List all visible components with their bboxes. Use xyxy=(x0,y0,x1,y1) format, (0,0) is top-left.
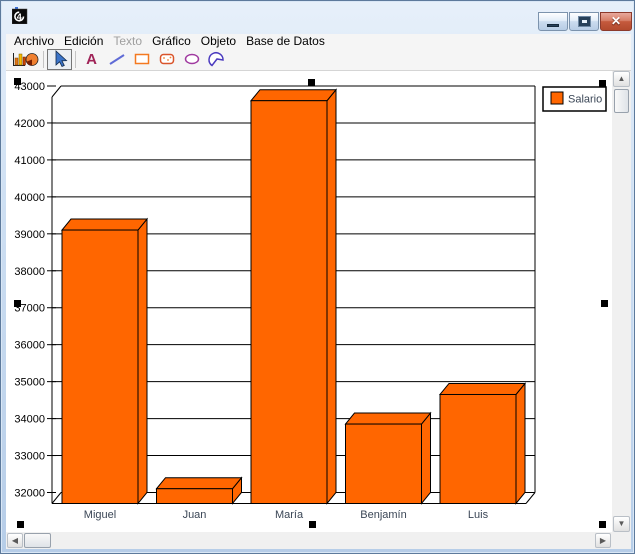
bar-side-face xyxy=(138,219,147,503)
maximize-icon xyxy=(579,17,590,26)
bar-side-face xyxy=(516,383,525,503)
y-tick-label: 38000 xyxy=(14,266,45,278)
bar-top-face xyxy=(346,413,431,424)
oval-tool-icon xyxy=(183,50,201,68)
toolbar: A xyxy=(6,48,631,71)
selection-handle-top-left[interactable] xyxy=(14,78,21,85)
right-arrow-icon: ▶ xyxy=(600,537,606,545)
menu-archivo[interactable]: Archivo xyxy=(9,34,59,48)
bar-front-face xyxy=(157,489,233,504)
line-tool-icon xyxy=(108,50,126,68)
toolbar-separator xyxy=(43,51,44,68)
window-controls: ✕ xyxy=(537,12,632,31)
bar-front-face xyxy=(346,424,422,503)
y-tick-label: 39000 xyxy=(14,229,45,241)
bar-Juan[interactable] xyxy=(157,478,242,504)
selection-handle-top-center[interactable] xyxy=(308,79,315,86)
selection-handle-bottom-right[interactable] xyxy=(599,521,606,528)
rectangle-tool-button[interactable] xyxy=(129,49,154,70)
legend-swatch xyxy=(551,92,563,104)
pointer-tool-button[interactable] xyxy=(47,49,72,70)
up-arrow-icon: ▲ xyxy=(618,75,626,83)
bar-front-face xyxy=(62,230,138,503)
bar-top-face xyxy=(62,219,147,230)
text-tool-icon: A xyxy=(86,52,97,67)
bar-María[interactable] xyxy=(251,90,336,504)
arc-tool-button[interactable] xyxy=(204,49,229,70)
menubar: Archivo Edición Texto Gráfico Objeto Bas… xyxy=(6,34,631,48)
y-tick-label: 35000 xyxy=(14,377,45,389)
rounded-rectangle-tool-icon xyxy=(158,50,176,68)
rounded-rectangle-tool-button[interactable] xyxy=(154,49,179,70)
rectangle-tool-icon xyxy=(133,50,151,68)
pointer-arrow-icon xyxy=(51,50,69,68)
y-tick-label: 32000 xyxy=(14,488,45,500)
vertical-scroll-thumb[interactable] xyxy=(614,89,629,113)
menu-objeto[interactable]: Objeto xyxy=(196,34,241,48)
maximize-button[interactable] xyxy=(569,12,599,31)
close-button[interactable]: ✕ xyxy=(600,12,632,31)
menu-texto[interactable]: Texto xyxy=(108,34,147,48)
chart-tool-button[interactable] xyxy=(9,49,40,70)
vertical-scrollbar[interactable]: ▲ ▼ xyxy=(612,71,631,532)
bar-side-face xyxy=(422,413,431,503)
legend-label: Salario xyxy=(568,94,602,106)
selection-handle-middle-left[interactable] xyxy=(14,300,21,307)
category-label: María xyxy=(275,509,304,521)
y-tick-label: 41000 xyxy=(14,155,45,167)
floor-right-edge xyxy=(526,493,535,504)
scroll-left-button[interactable]: ◀ xyxy=(7,533,23,548)
oval-tool-button[interactable] xyxy=(179,49,204,70)
horizontal-scroll-thumb[interactable] xyxy=(24,533,51,548)
y-tick-label: 33000 xyxy=(14,451,45,463)
bar-top-face xyxy=(251,90,336,101)
selection-handle-bottom-center[interactable] xyxy=(309,521,316,528)
bar-top-face xyxy=(157,478,242,489)
toolbar-separator xyxy=(75,51,76,68)
arc-tool-icon xyxy=(207,50,226,68)
svg-text:4: 4 xyxy=(17,12,22,22)
bar-front-face xyxy=(440,394,516,503)
down-arrow-icon: ▼ xyxy=(618,520,626,528)
top-depth-edge xyxy=(52,86,61,97)
category-label: Miguel xyxy=(84,509,116,521)
minimize-button[interactable] xyxy=(538,12,568,31)
y-tick-label: 42000 xyxy=(14,118,45,130)
scroll-right-button[interactable]: ▶ xyxy=(595,533,611,548)
selection-handle-middle-right[interactable] xyxy=(601,300,608,307)
category-label: Luis xyxy=(468,509,489,521)
line-tool-button[interactable] xyxy=(104,49,129,70)
selection-handle-top-right[interactable] xyxy=(599,80,606,87)
bar-Miguel[interactable] xyxy=(62,219,147,503)
scroll-up-button[interactable]: ▲ xyxy=(613,71,630,87)
menu-base-de-datos[interactable]: Base de Datos xyxy=(241,34,330,48)
menu-grafico[interactable]: Gráfico xyxy=(147,34,196,48)
minimize-icon xyxy=(547,24,559,27)
chart-tool-icon xyxy=(11,50,39,68)
scroll-down-button[interactable]: ▼ xyxy=(613,516,630,532)
titlebar[interactable]: 4 ✕ xyxy=(1,1,634,34)
salary-bar-chart[interactable]: 4300042000410004000039000380003700036000… xyxy=(6,71,612,532)
menu-edicion[interactable]: Edición xyxy=(59,34,108,48)
bar-side-face xyxy=(327,90,336,504)
bottom-depth-edge xyxy=(52,493,61,504)
scrollbar-corner xyxy=(612,532,631,549)
text-tool-button[interactable]: A xyxy=(79,49,104,70)
y-tick-label: 34000 xyxy=(14,414,45,426)
category-label: Benjamín xyxy=(360,509,406,521)
4d-app-icon: 4 xyxy=(12,7,29,24)
chart-legend[interactable]: Salario xyxy=(543,87,606,111)
y-tick-label: 40000 xyxy=(14,192,45,204)
left-arrow-icon: ◀ xyxy=(12,537,18,545)
bar-front-face xyxy=(251,101,327,504)
horizontal-scrollbar[interactable]: ◀ ▶ xyxy=(6,532,612,549)
app-window: 4 ✕ Archivo Edición Texto Gráfico Objeto… xyxy=(0,0,635,554)
selection-handle-bottom-left[interactable] xyxy=(17,521,24,528)
category-label: Juan xyxy=(183,509,207,521)
close-icon: ✕ xyxy=(611,13,621,30)
bar-Luis[interactable] xyxy=(440,383,525,503)
y-tick-label: 36000 xyxy=(14,340,45,352)
bar-top-face xyxy=(440,383,525,394)
bar-Benjamín[interactable] xyxy=(346,413,431,503)
